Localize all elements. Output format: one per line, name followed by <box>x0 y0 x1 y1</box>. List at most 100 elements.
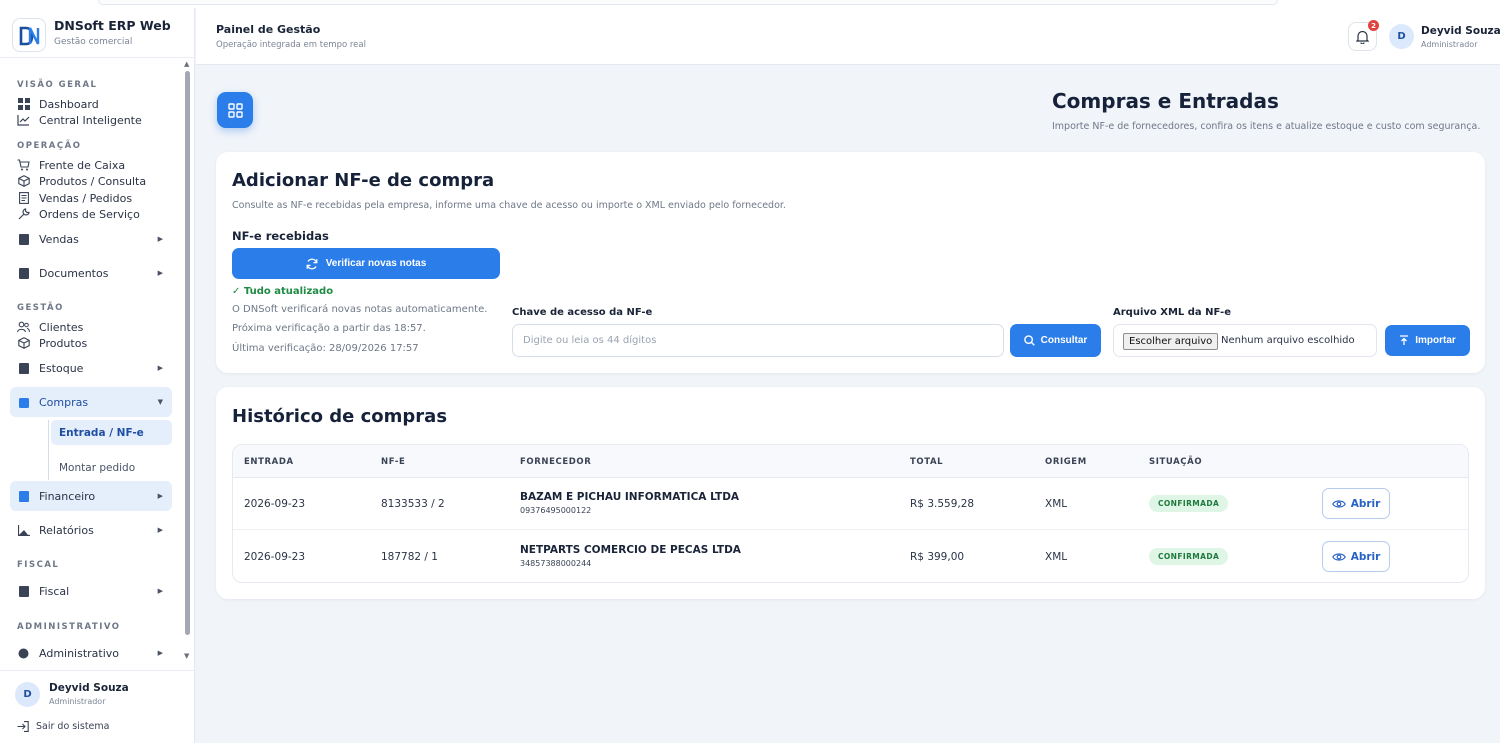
sidebar-item-label: Produtos / Consulta <box>39 174 147 188</box>
app-subtitle: Gestão comercial <box>54 37 133 47</box>
caret-right-icon: ▶ <box>157 587 163 595</box>
check-new-notes-button[interactable]: Verificar novas notas <box>232 248 500 279</box>
brand: DNSoft ERP Web Gestão comercial <box>0 8 195 58</box>
sidebar-group-fiscal[interactable]: Fiscal ▶ <box>10 576 172 606</box>
sidebar-item-vendas-pedidos[interactable]: Vendas / Pedidos <box>17 190 132 206</box>
app-name: DNSoft ERP Web <box>54 18 171 33</box>
caret-right-icon: ▶ <box>157 269 163 277</box>
caret-down-icon: ▼ <box>157 398 163 406</box>
upload-icon <box>1399 335 1409 346</box>
avatar[interactable]: D <box>1389 24 1414 49</box>
top-header: Painel de Gestão Operação integrada em t… <box>196 8 1500 65</box>
submenu-line <box>48 420 49 480</box>
col-situacao[interactable]: SITUAÇÃO <box>1149 457 1202 467</box>
xml-file-input: Escolher arquivo Nenhum arquivo escolhid… <box>1113 324 1377 357</box>
choose-file-button[interactable]: Escolher arquivo <box>1123 333 1219 350</box>
caret-right-icon: ▶ <box>157 649 163 657</box>
sidebar-group-relatorios[interactable]: Relatórios ▶ <box>10 515 172 545</box>
file-status: Nenhum arquivo escolhido <box>1221 335 1355 346</box>
scroll-down-icon[interactable]: ▼ <box>184 652 189 660</box>
sidebar-item-label: Fiscal <box>39 584 70 598</box>
dnsoft-logo-icon <box>19 26 40 46</box>
cell-total: R$ 3.559,28 <box>910 498 975 510</box>
sidebar-item-produtos-consulta[interactable]: Produtos / Consulta <box>17 173 146 189</box>
import-label: Importar <box>1415 335 1456 346</box>
sidebar-subitem-entrada-nfe[interactable]: Entrada / NF-e <box>51 420 172 445</box>
section-overview: VISÃO GERAL <box>17 80 98 90</box>
page-subtitle: Importe NF-e de fornecedores, confira os… <box>1052 121 1481 132</box>
sidebar-group-financeiro[interactable]: Financeiro ▶ <box>10 481 172 511</box>
sidebar-item-caixa[interactable]: Frente de Caixa <box>17 157 125 173</box>
open-label: Abrir <box>1350 550 1381 563</box>
sidebar-item-label: Clientes <box>39 320 84 334</box>
fiscal-icon <box>17 585 30 598</box>
scroll-up-icon[interactable]: ▲ <box>184 60 189 68</box>
col-nfe[interactable]: NF-E <box>381 457 405 467</box>
consult-label: Consultar <box>1040 335 1088 346</box>
sidebar-item-clientes[interactable]: Clientes <box>17 319 83 335</box>
access-key-label: Chave de acesso da NF-e <box>512 307 653 318</box>
cell-cnpj: 09376495000122 <box>520 506 592 515</box>
sidebar-item-label: Financeiro <box>39 489 96 503</box>
box-icon <box>17 337 30 350</box>
cell-fornecedor: BAZAM E PICHAU INFORMATICA LTDA <box>520 491 740 503</box>
sidebar-scrollbar[interactable]: ▲ ▼ <box>183 58 193 668</box>
sidebar-group-compras[interactable]: Compras ▼ <box>10 387 172 417</box>
header-user-name[interactable]: Deyvid Souza <box>1421 25 1500 37</box>
users-icon <box>17 321 30 334</box>
logout-icon <box>17 721 29 732</box>
cart-icon <box>17 159 30 172</box>
consult-button[interactable]: Consultar <box>1010 324 1101 357</box>
open-label: Abrir <box>1350 497 1381 510</box>
bell-icon <box>1356 30 1369 44</box>
import-button[interactable]: Importar <box>1385 325 1470 356</box>
caret-right-icon: ▶ <box>157 364 163 372</box>
section-admin: ADMINISTRATIVO <box>17 622 121 632</box>
logout-link[interactable]: Sair do sistema <box>17 721 109 732</box>
sidebar-group-estoque[interactable]: Estoque ▶ <box>10 353 172 383</box>
wrench-icon <box>17 208 30 221</box>
sidebar-group-vendas[interactable]: Vendas ▶ <box>10 224 172 254</box>
caret-right-icon: ▶ <box>157 235 163 243</box>
col-entrada[interactable]: ENTRADA <box>244 457 294 467</box>
box-icon <box>17 175 30 188</box>
sidebar-item-ordens[interactable]: Ordens de Serviço <box>17 206 140 222</box>
open-button[interactable]: Abrir <box>1322 541 1390 572</box>
sidebar-item-produtos[interactable]: Produtos <box>17 335 87 351</box>
add-nfe-card: Adicionar NF-e de compra Consulte as NF-… <box>216 152 1485 373</box>
wallet-icon <box>17 490 30 503</box>
logo[interactable] <box>12 18 46 52</box>
header-user-role: Administrador <box>1421 40 1478 49</box>
cell-origem: XML <box>1045 498 1068 510</box>
eye-icon <box>1331 552 1346 562</box>
sidebar-group-administrativo[interactable]: Administrativo ▶ <box>10 638 172 666</box>
info-last: Última verificação: 28/09/2026 17:57 <box>232 343 419 354</box>
cell-entrada: 2026-09-23 <box>244 551 306 563</box>
sidebar-item-dashboard[interactable]: Dashboard <box>17 96 99 112</box>
access-key-input[interactable] <box>512 324 1004 357</box>
search-icon <box>1023 335 1035 346</box>
sidebar-group-documentos[interactable]: Documentos ▶ <box>10 258 172 288</box>
sidebar-item-label: Documentos <box>39 266 109 280</box>
cell-cnpj: 34857388000244 <box>520 559 592 568</box>
table-row[interactable]: 2026-09-23 187782 / 1 NETPARTS COMERCIO … <box>233 531 1468 582</box>
sidebar-item-label: Vendas / Pedidos <box>39 191 133 205</box>
table-row[interactable]: 2026-09-23 8133533 / 2 BAZAM E PICHAU IN… <box>233 478 1468 530</box>
folder-icon <box>17 233 30 246</box>
sidebar-user: D Deyvid Souza Administrador Sair do sis… <box>0 670 195 743</box>
add-nfe-subtitle: Consulte as NF-e recebidas pela empresa,… <box>232 200 786 211</box>
open-button[interactable]: Abrir <box>1322 488 1390 519</box>
sidebar-item-central[interactable]: Central Inteligente <box>17 112 142 128</box>
sidebar-item-label: Central Inteligente <box>39 113 142 127</box>
sidebar-subitem-montar-pedido[interactable]: Montar pedido <box>51 455 172 480</box>
col-origem[interactable]: ORIGEM <box>1045 457 1087 467</box>
col-fornecedor[interactable]: FORNECEDOR <box>520 457 591 467</box>
sidebar-item-label: Administrativo <box>39 646 120 660</box>
document-icon <box>17 267 30 280</box>
browser-address-bar <box>98 0 1278 5</box>
col-total[interactable]: TOTAL <box>910 457 943 467</box>
scrollbar-thumb[interactable] <box>185 71 190 635</box>
caret-right-icon: ▶ <box>157 526 163 534</box>
xml-file-label: Arquivo XML da NF-e <box>1113 307 1231 318</box>
avatar[interactable]: D <box>15 682 40 707</box>
